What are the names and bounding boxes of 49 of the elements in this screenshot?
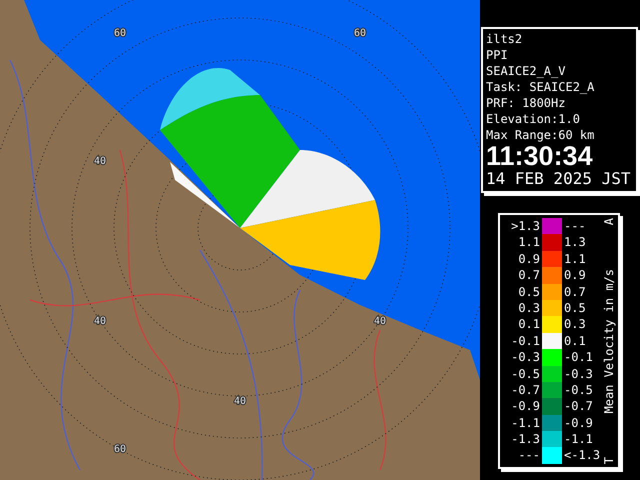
legend-label: 0.5 [564, 300, 587, 316]
legend-label: <-1.3 [564, 447, 598, 464]
info-text: Elevation:1.0 [486, 111, 581, 127]
legend-label: 0.3 [564, 316, 587, 333]
legend-label: -0.3 [564, 366, 594, 382]
range-label: 40 [234, 396, 246, 407]
info-text: PRF: 1800Hz [486, 95, 566, 111]
time-text: 11:30:34 [486, 143, 594, 169]
toward-mark: T [602, 456, 616, 464]
legend-label: 1.3 [564, 234, 587, 251]
legend-label: -0.9 [564, 414, 594, 432]
info-text: PPI [486, 47, 509, 63]
legend-label: 0.3 [517, 300, 540, 316]
legend-label: 0.7 [517, 267, 540, 284]
legend-label: -0.7 [564, 398, 594, 415]
legend-label: 0.1 [517, 316, 540, 333]
legend-label: >1.3 [510, 218, 540, 234]
legend-label: --- [564, 218, 587, 234]
info-text: Max Range:60 km [486, 127, 596, 143]
range-label: 60 [354, 28, 366, 39]
legend-label: 0.9 [564, 267, 587, 284]
legend-label: -0.9 [510, 398, 540, 415]
legend-label: -0.7 [510, 382, 540, 398]
legend-label: -0.1 [564, 349, 594, 366]
legend-label: 0.9 [517, 250, 540, 268]
legend-label: -1.3 [510, 431, 540, 448]
legend-label: --- [517, 447, 540, 464]
range-label: 40 [94, 316, 106, 327]
legend-title: Mean Velocity in m/s [602, 268, 616, 414]
legend-label: -0.1 [510, 332, 540, 350]
range-label: 40 [374, 316, 386, 327]
away-mark: A [602, 218, 616, 226]
legend-label: -1.1 [510, 414, 540, 432]
info-text: SEAICE2_A_V [486, 63, 566, 79]
legend-label: 0.5 [517, 284, 540, 300]
legend-label: 0.7 [564, 284, 587, 300]
legend-label: 1.1 [517, 234, 540, 251]
range-label: 60 [114, 28, 126, 39]
date-text: 14 FEB 2025 JST [486, 169, 632, 189]
legend-label: -1.1 [564, 431, 594, 448]
legend-label: -0.5 [510, 366, 540, 382]
info-text: Task: SEAICE2_A [486, 79, 596, 95]
legend-label: -0.3 [510, 349, 540, 366]
legend-label: 0.1 [564, 332, 587, 350]
legend-label: 1.1 [564, 250, 587, 268]
range-label: 40 [94, 156, 106, 167]
info-text: ilts2 [486, 31, 524, 47]
legend-label: -0.5 [564, 382, 594, 398]
range-label: 60 [114, 444, 126, 455]
